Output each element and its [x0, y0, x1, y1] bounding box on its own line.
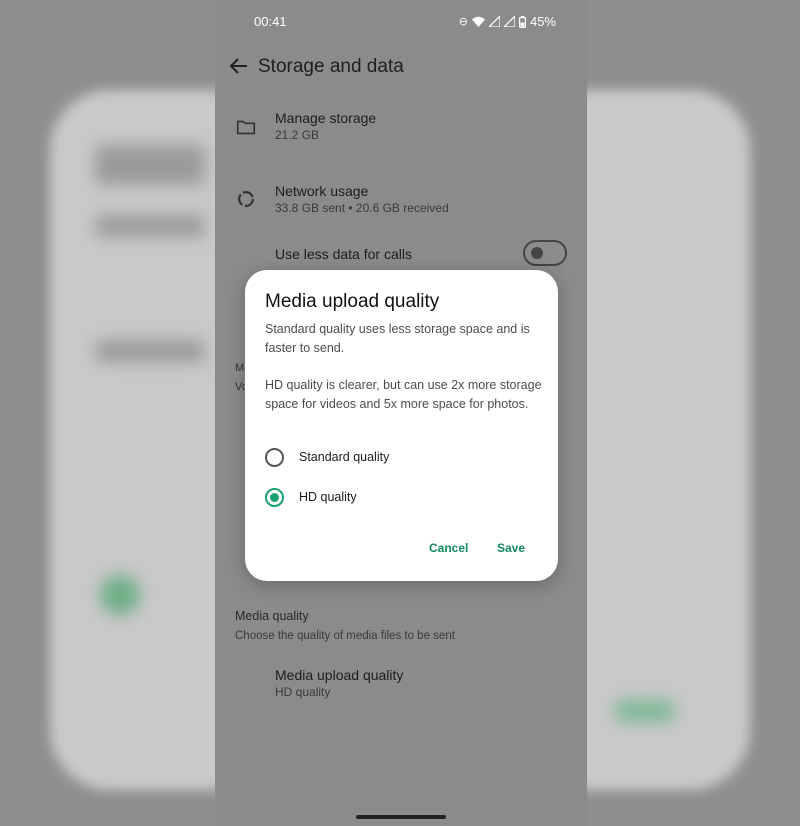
manage-storage-subtitle: 21.2 GB — [275, 128, 320, 142]
dialog-paragraph: Standard quality uses less storage space… — [265, 322, 530, 355]
manage-storage-title: Manage storage — [275, 110, 377, 126]
media-upload-quality-value: HD quality — [275, 685, 331, 699]
wifi-icon — [471, 16, 485, 27]
media-quality-header: Media quality — [235, 609, 309, 623]
media-upload-quality-dialog: Media upload quality Standard quality us… — [245, 270, 558, 581]
use-less-data-title: Use less data for calls — [275, 246, 412, 262]
toggle-knob — [531, 247, 543, 259]
status-icons: ⊖ 45% — [459, 14, 556, 29]
dnd-icon: ⊖ — [458, 16, 468, 28]
use-less-data-row[interactable]: Use less data for calls — [215, 238, 587, 268]
cancel-button[interactable]: Cancel — [429, 541, 468, 555]
background-blur — [95, 145, 205, 185]
background-blur — [100, 575, 140, 615]
radio-dot — [270, 493, 279, 502]
signal-icon — [503, 16, 515, 27]
status-time: 00:41 — [254, 14, 287, 29]
app-bar: Storage and data — [215, 50, 587, 82]
background-blur — [95, 340, 205, 362]
option-label: HD quality — [299, 490, 357, 504]
status-bar: 00:41 ⊖ 45% — [215, 0, 587, 42]
battery-icon — [518, 15, 526, 28]
data-usage-icon — [238, 191, 254, 207]
option-label: Standard quality — [299, 450, 390, 464]
option-standard-quality[interactable]: Standard quality — [265, 445, 538, 473]
network-usage-title: Network usage — [275, 183, 369, 199]
option-hd-quality[interactable]: HD quality — [265, 485, 538, 513]
folder-icon — [236, 120, 256, 135]
section-header-partial: M — [235, 362, 245, 374]
network-usage-row[interactable]: Network usage 33.8 GB sent • 20.6 GB rec… — [215, 180, 587, 224]
background-blur — [95, 215, 205, 237]
navigation-handle[interactable] — [356, 815, 446, 819]
media-quality-description: Choose the quality of media files to be … — [235, 630, 455, 642]
back-arrow-icon[interactable] — [227, 54, 251, 78]
page-title: Storage and data — [258, 56, 404, 77]
media-upload-quality-row[interactable]: Media upload quality HD quality — [215, 665, 587, 705]
use-less-data-toggle[interactable] — [523, 240, 567, 266]
media-upload-quality-title: Media upload quality — [275, 667, 404, 683]
radio-button[interactable] — [265, 448, 284, 467]
manage-storage-row[interactable]: Manage storage 21.2 GB — [215, 108, 587, 152]
dialog-paragraph: HD quality is clearer, but can use 2x mo… — [265, 378, 542, 411]
save-button[interactable]: Save — [497, 541, 525, 555]
radio-button-selected[interactable] — [265, 488, 284, 507]
signal-icon — [488, 16, 500, 27]
network-usage-subtitle: 33.8 GB sent • 20.6 GB received — [275, 201, 449, 215]
battery-percent: 45% — [529, 14, 556, 29]
background-blur — [615, 700, 675, 722]
dialog-title: Media upload quality — [265, 291, 440, 312]
